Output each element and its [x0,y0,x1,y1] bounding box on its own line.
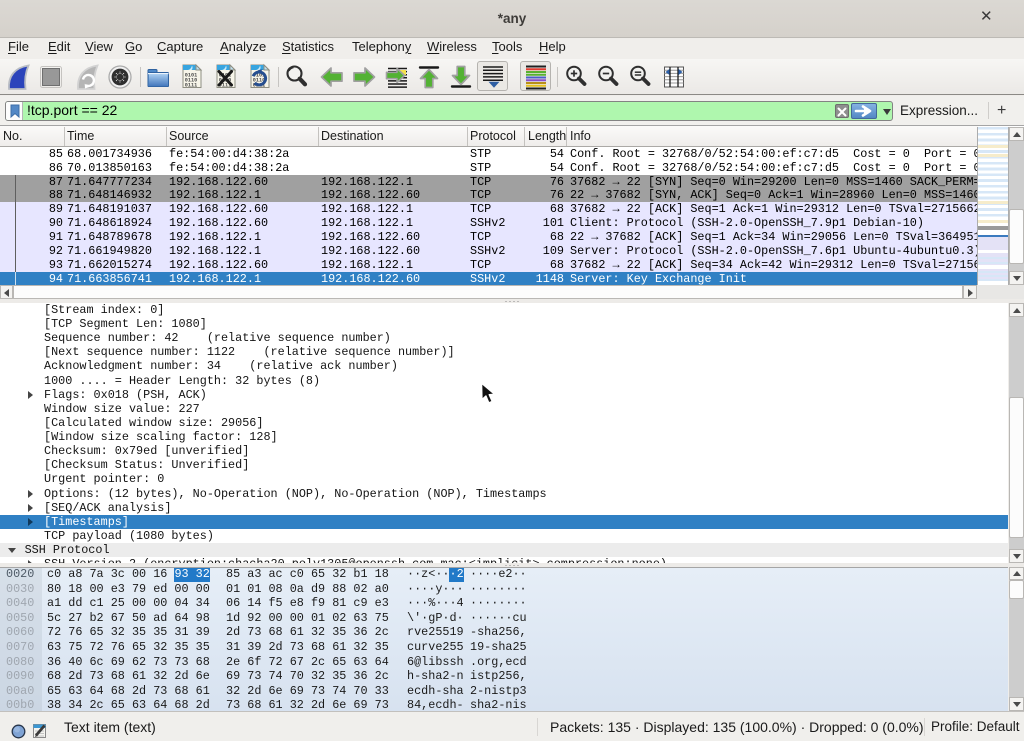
svg-text:0111: 0111 [185,83,197,89]
